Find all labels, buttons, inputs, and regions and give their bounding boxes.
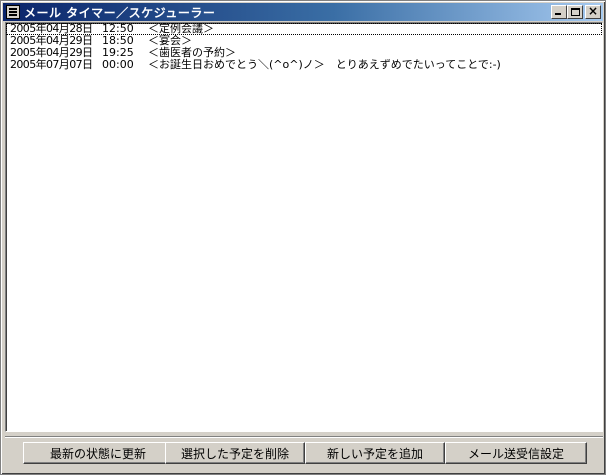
window-controls: × [551,4,601,19]
window-title: メール タイマー／スケジューラー [24,5,216,20]
refresh-button[interactable]: 最新の状態に更新 [23,442,173,464]
delete-selected-button[interactable]: 選択した予定を削除 [165,442,305,464]
item-time: 00:00 [102,58,134,71]
list-item[interactable]: 2005年07月07日 00:00 ＜お誕生日おめでとう＼(^o^)ノ＞ とりあ… [6,59,602,71]
minimize-button[interactable] [551,5,567,19]
list-item[interactable]: 2005年04月28日 12:50 ＜定例会議＞ [6,23,602,35]
title-bar[interactable]: メール タイマー／スケジューラー × [3,3,603,21]
app-window: メール タイマー／スケジューラー × 2005年04月28日 12:50 ＜定例… [0,0,606,475]
add-new-button[interactable]: 新しい予定を追加 [305,442,445,464]
schedule-list[interactable]: 2005年04月28日 12:50 ＜定例会議＞ 2005年04月29日 18:… [5,22,603,432]
item-subject: ＜お誕生日おめでとう＼(^o^)ノ＞ とりあえずめでたいってことで:-) [148,58,501,71]
mail-settings-button[interactable]: メール送受信設定 [445,442,587,464]
list-item[interactable]: 2005年04月29日 18:50 ＜宴会＞ [6,35,602,47]
maximize-button[interactable] [567,5,583,19]
item-subject: ＜定例会議＞ [148,22,214,35]
minimize-icon [555,13,561,15]
close-button[interactable]: × [585,4,601,19]
item-date: 2005年07月07日 [10,58,93,71]
button-bar: 最新の状態に更新 選択した予定を削除 新しい予定を追加 メール送受信設定 [5,436,603,472]
close-icon: × [587,4,599,18]
maximize-icon [571,8,580,16]
app-icon[interactable] [6,5,20,19]
